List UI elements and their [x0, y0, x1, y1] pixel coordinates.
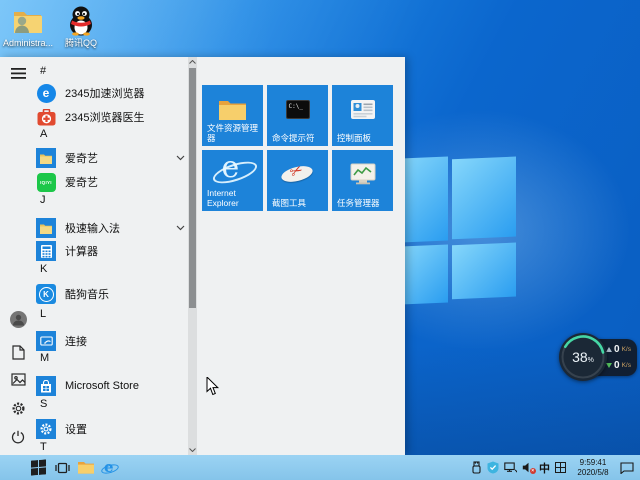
user-account-button[interactable] — [8, 309, 28, 329]
network-icon[interactable] — [504, 461, 517, 474]
scrollbar-thumb[interactable] — [189, 68, 196, 308]
desktop-icon-qq[interactable]: 腾讯QQ — [55, 4, 107, 48]
tile-task-manager[interactable]: 任务管理器 — [332, 150, 393, 211]
tile-snipping-tool[interactable]: ✂ 截图工具 — [267, 150, 328, 211]
section-header-m[interactable]: M — [40, 350, 160, 366]
windows-logo-icon — [30, 459, 46, 476]
taskbar-left-buttons: e — [26, 455, 122, 480]
tile-internet-explorer[interactable]: e Internet Explorer — [202, 150, 263, 211]
desktop-icon-label: 腾讯QQ — [64, 38, 97, 48]
input-grid-icon[interactable] — [555, 462, 566, 473]
usb-remove-icon[interactable] — [471, 461, 482, 474]
task-view-icon — [54, 462, 70, 473]
browser-2345-icon: e — [36, 83, 56, 103]
app-item-2345-browser[interactable]: e 2345加速浏览器 — [36, 82, 186, 104]
tile-command-prompt[interactable]: C:\_ 命令提示符 — [267, 85, 328, 146]
memory-usage-ball[interactable]: 38% — [559, 333, 607, 381]
notification-bubble-icon — [620, 461, 634, 474]
scroll-up-arrow[interactable] — [188, 57, 197, 67]
pictures-button[interactable] — [8, 369, 28, 389]
usage-arc — [561, 335, 605, 379]
iqiyi-icon: IQIYI — [36, 172, 56, 192]
section-header-j[interactable]: J — [40, 192, 160, 208]
settings-tile-icon — [36, 419, 56, 439]
security-shield-icon[interactable] — [487, 461, 499, 474]
start-menu: # A J K L M S T e 2345加速浏览器 2345浏览器医生 爱奇… — [0, 57, 405, 455]
app-item-connect[interactable]: 连接 — [36, 330, 186, 352]
hamburger-icon — [10, 67, 26, 79]
screen: Administra... 腾讯QQ 0 K/s 0 K/s 38% # A J… — [0, 0, 640, 480]
control-panel-icon — [332, 91, 393, 127]
snipping-tool-icon: ✂ — [267, 156, 328, 192]
section-header-a[interactable]: A — [40, 126, 160, 142]
documents-button[interactable] — [8, 342, 28, 362]
app-folder-icon — [36, 148, 56, 168]
taskbar-clock[interactable]: 9:59:41 2020/5/8 — [571, 458, 615, 477]
clock-date: 2020/5/8 — [577, 467, 609, 477]
user-folder-icon — [2, 4, 54, 36]
chevron-down-icon — [176, 225, 185, 231]
section-header-l[interactable]: L — [40, 306, 160, 322]
app-item-settings[interactable]: 设置 — [36, 418, 186, 440]
app-item-microsoft-store[interactable]: Microsoft Store — [36, 375, 186, 397]
download-unit: K/s — [621, 362, 631, 369]
clock-time: 9:59:41 — [579, 458, 607, 467]
ime-indicator[interactable]: 中 — [539, 460, 550, 476]
cmd-icon: C:\_ — [267, 91, 328, 127]
desktop-icon-administrator[interactable]: Administra... — [2, 4, 54, 48]
section-header-hash[interactable]: # — [40, 63, 160, 79]
browser-e-icon: e — [100, 458, 120, 476]
section-header-t[interactable]: T — [40, 439, 160, 455]
app-item-kugou[interactable]: K 酷狗音乐 — [36, 283, 186, 305]
upload-unit: K/s — [621, 346, 631, 353]
qq-penguin-icon — [55, 4, 107, 36]
taskbar: e × 中 9:59:41 2020/5/8 — [0, 455, 640, 480]
expand-chevron-iqiyi-folder[interactable] — [176, 147, 186, 169]
app-folder-icon — [36, 218, 56, 238]
expand-chevron-jisu-ime[interactable] — [176, 217, 186, 239]
system-tray: × 中 9:59:41 2020/5/8 — [471, 455, 640, 480]
upload-value: 0 — [614, 344, 620, 355]
app-item-iqiyi[interactable]: IQIYI 爱奇艺 — [36, 171, 186, 193]
desktop-icon-label: Administra... — [2, 38, 53, 48]
file-explorer-taskbar-button[interactable] — [74, 455, 98, 480]
calculator-icon — [36, 241, 56, 261]
store-icon — [36, 376, 56, 396]
browser-doctor-icon — [36, 107, 56, 127]
start-tiles-group: 文件资源管理器 C:\_ 命令提示符 控制面板 e Internet Explo… — [202, 85, 398, 211]
menu-hamburger-button[interactable] — [8, 63, 28, 83]
app-item-calculator[interactable]: 计算器 — [36, 240, 186, 262]
gear-icon — [12, 402, 24, 414]
task-view-button[interactable] — [50, 455, 74, 480]
start-button[interactable] — [26, 455, 50, 480]
action-center-button[interactable] — [620, 461, 634, 474]
chevron-down-icon — [176, 155, 185, 161]
folder-icon — [78, 462, 94, 474]
pictures-icon — [10, 372, 26, 386]
user-avatar-icon — [9, 310, 27, 328]
browser-taskbar-button[interactable]: e — [98, 455, 122, 480]
file-explorer-icon — [202, 91, 263, 127]
tile-control-panel[interactable]: 控制面板 — [332, 85, 393, 146]
document-icon — [11, 344, 25, 360]
tile-file-explorer[interactable]: 文件资源管理器 — [202, 85, 263, 146]
power-icon — [11, 430, 25, 444]
mute-badge: × — [529, 467, 536, 474]
section-header-s[interactable]: S — [40, 396, 160, 412]
power-button[interactable] — [8, 427, 28, 447]
task-manager-icon — [332, 156, 393, 192]
ie-icon: e — [202, 151, 263, 188]
volume-muted-icon[interactable]: × — [522, 462, 536, 474]
start-menu-scrollbar[interactable] — [188, 57, 197, 455]
settings-button[interactable] — [8, 398, 28, 418]
app-folder-jisu-ime[interactable]: 极速输入法 — [36, 217, 186, 239]
scroll-down-arrow[interactable] — [188, 445, 197, 455]
app-folder-iqiyi[interactable]: 爱奇艺 — [36, 147, 186, 169]
kugou-icon: K — [36, 284, 56, 304]
section-header-k[interactable]: K — [40, 261, 160, 277]
download-value: 0 — [614, 360, 620, 371]
connect-icon — [36, 331, 56, 351]
app-item-2345-doctor[interactable]: 2345浏览器医生 — [36, 106, 186, 128]
